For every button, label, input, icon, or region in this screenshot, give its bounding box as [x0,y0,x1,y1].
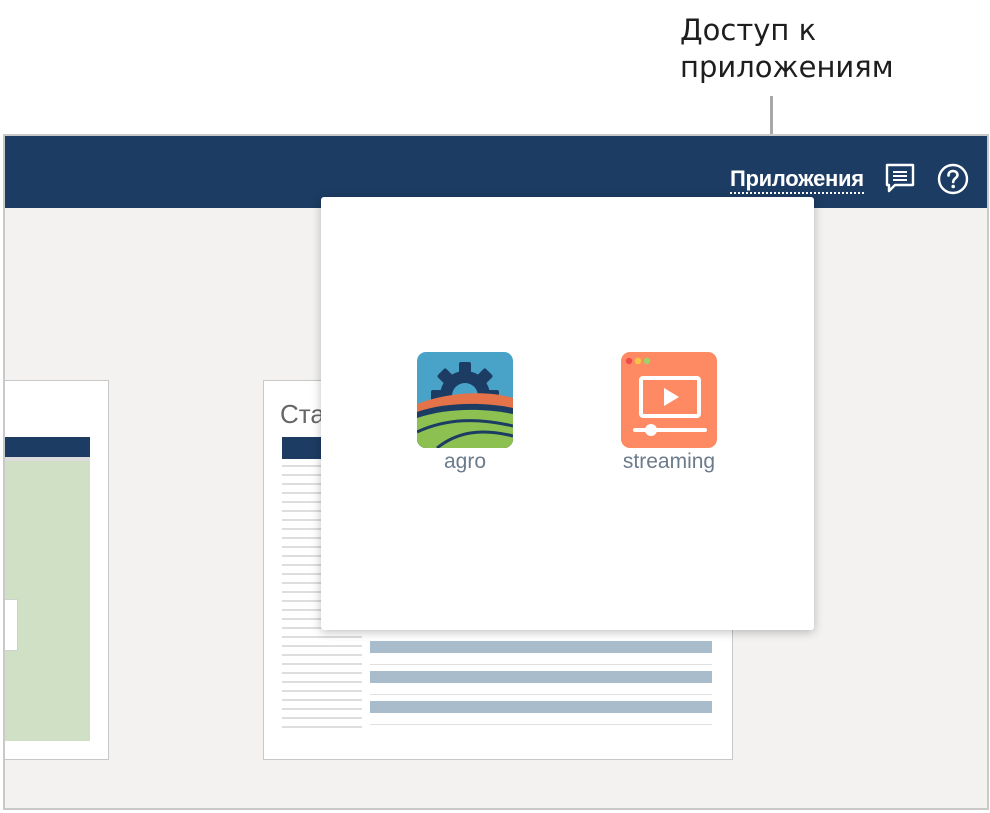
agro-field-gear-icon [417,352,513,448]
table-row [370,653,712,665]
map-thumbnail-toolbar [5,457,90,461]
dashboard-tile-map[interactable] [5,380,109,760]
annotation-line-1: Доступ к [680,13,817,47]
report-thumbnail-table [370,635,712,725]
annotation-line-2: приложениям [680,50,894,84]
help-icon[interactable] [937,163,969,195]
apps-popup: agro streaming [321,197,814,630]
video-player-icon [621,352,717,448]
table-row [370,671,712,683]
app-label-streaming: streaming [622,450,716,473]
table-row [370,713,712,725]
table-row [370,683,712,695]
table-row [370,641,712,653]
annotation-callout: Доступ к приложениям [680,12,894,86]
table-row [370,701,712,713]
app-streaming[interactable]: streaming [599,352,739,474]
apps-menu-link[interactable]: Приложения [730,166,864,194]
app-agro[interactable]: agro [395,352,535,474]
message-icon[interactable] [884,162,916,194]
app-label-agro: agro [443,450,487,473]
map-thumbnail-panel [5,599,18,651]
map-thumbnail [5,437,90,741]
